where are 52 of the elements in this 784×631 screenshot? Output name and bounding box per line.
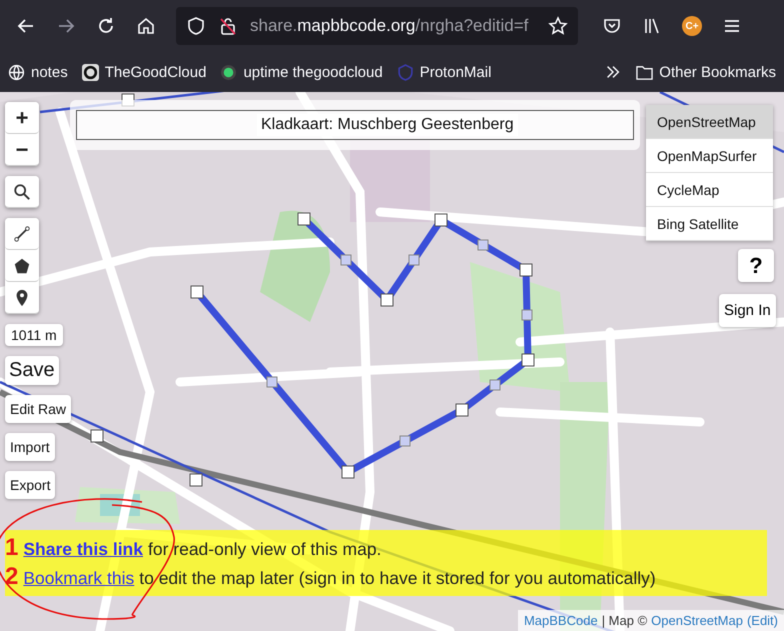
attribution-link[interactable]: (Edit)	[746, 613, 778, 628]
pentagon-icon	[13, 256, 31, 274]
help-button[interactable]: ?	[738, 249, 774, 282]
pocket-icon[interactable]	[602, 16, 622, 36]
status-dot-icon	[220, 64, 238, 80]
insecure-lock-icon[interactable]	[218, 16, 238, 36]
other-bookmarks-folder[interactable]: Other Bookmarks	[636, 64, 776, 80]
layer-option[interactable]: CycleMap	[646, 173, 773, 207]
annotation-number: 2	[5, 566, 18, 588]
share-link[interactable]: Share this link	[23, 539, 143, 560]
map-title: Kladkaart: Muschberg Geestenberg	[257, 114, 518, 136]
draw-polygon-button[interactable]	[5, 250, 39, 282]
map-action-button[interactable]: Edit Raw	[5, 395, 72, 423]
search-button[interactable]	[5, 176, 39, 208]
shield-logo-icon	[396, 64, 414, 80]
address-bar[interactable]: share.mapbbcode.org/nrgha?editid=f	[176, 7, 578, 45]
share-text: to edit the map later (sign in to have it stored for you automatically)	[139, 568, 656, 589]
annotation-number: 1	[5, 537, 18, 559]
title-field[interactable]: Kladkaart: Muschberg Geestenberg	[76, 110, 634, 140]
add-marker-button[interactable]	[5, 282, 39, 314]
layer-option[interactable]: Bing Satellite	[646, 207, 773, 241]
home-icon[interactable]	[136, 16, 156, 36]
sign-in-button[interactable]: Sign In	[719, 294, 776, 327]
shield-icon[interactable]	[186, 16, 206, 36]
line-icon	[13, 224, 31, 242]
zoom-out-button[interactable]: −	[5, 134, 39, 166]
layer-option[interactable]: OpenMapSurfer	[646, 139, 773, 173]
map-action-button[interactable]: Import	[5, 433, 55, 461]
vertex-handle[interactable]	[190, 474, 202, 486]
star-icon[interactable]	[548, 16, 568, 36]
attribution-text: | Map ©	[602, 613, 648, 628]
bookmark-item[interactable]: uptime thegoodcloud	[220, 64, 383, 80]
map-action-button[interactable]: Save	[5, 356, 59, 385]
vertex-handle[interactable]	[90, 430, 104, 442]
distance-label: 1011 m	[5, 324, 63, 346]
search-icon	[13, 182, 31, 200]
bookmark-item[interactable]: notes	[8, 64, 68, 80]
zoom-in-button[interactable]: +	[5, 102, 39, 134]
attribution-link[interactable]: OpenStreetMap	[651, 613, 743, 628]
bookmark-item[interactable]: ProtonMail	[396, 64, 492, 80]
share-link[interactable]: Bookmark this	[23, 568, 134, 589]
bookmark-item[interactable]: TheGoodCloud	[82, 64, 206, 80]
layer-option[interactable]: OpenStreetMap	[646, 105, 773, 139]
share-text: for read-only view of this map.	[148, 539, 382, 560]
draw-line-button[interactable]	[5, 218, 39, 250]
folder-icon	[636, 64, 654, 80]
ring-logo-icon	[82, 64, 99, 80]
attribution-link[interactable]: MapBBCode	[524, 613, 598, 628]
url-text[interactable]: share.mapbbcode.org/nrgha?editid=f	[250, 16, 536, 36]
globe-icon	[8, 64, 25, 80]
reload-icon[interactable]	[96, 16, 116, 36]
map-action-button[interactable]: Export	[5, 471, 56, 499]
